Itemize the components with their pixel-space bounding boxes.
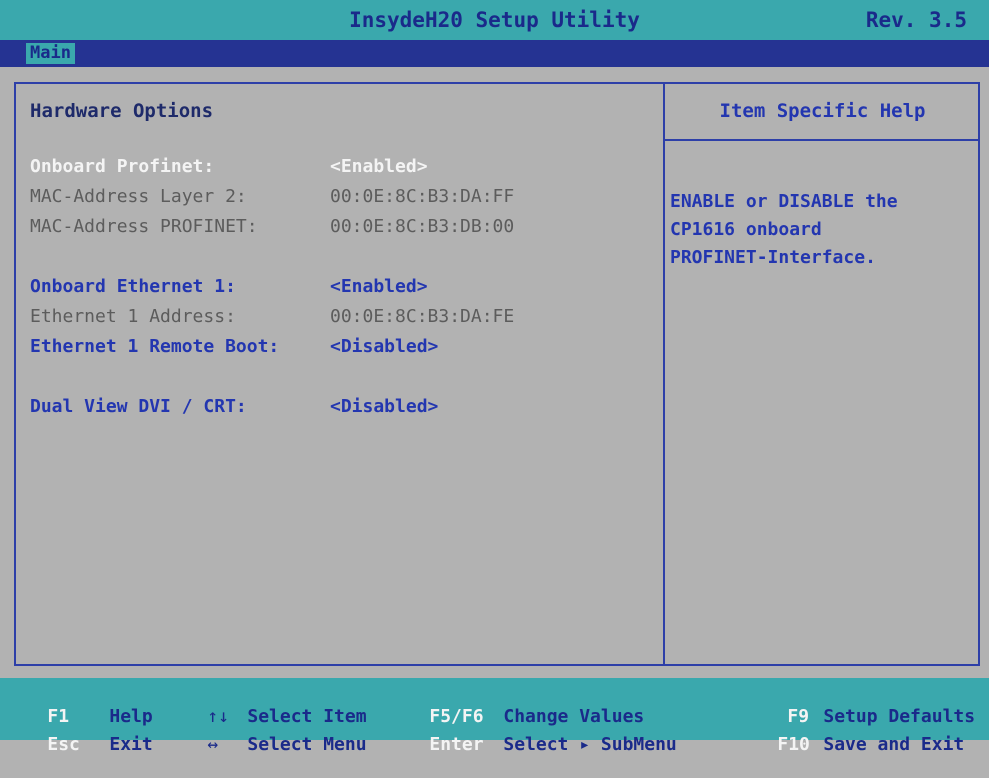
setting-value[interactable]: <Disabled> [330, 396, 438, 418]
key-save-exit-desc: Save and Exit [823, 734, 965, 755]
help-title: Item Specific Help [719, 100, 926, 122]
key-select-menu-desc: Select Menu [247, 734, 367, 755]
help-line: CP1616 onboard [670, 219, 822, 240]
info-label: MAC-Address PROFINET: [30, 216, 258, 237]
section-title: Hardware Options [30, 100, 214, 122]
setting-label: Ethernet 1 Remote Boot: [30, 336, 280, 357]
info-value: 00:0E:8C:B3:DB:00 [330, 216, 515, 237]
setting-value[interactable]: <Enabled> [330, 156, 428, 178]
setting-value[interactable]: <Enabled> [330, 276, 428, 298]
info-label: Ethernet 1 Address: [30, 306, 236, 327]
help-title-divider [665, 139, 980, 141]
setting-label: Onboard Ethernet 1: [30, 276, 236, 297]
key-esc-desc: Exit [66, 712, 153, 778]
key-enter-desc: Select ▸ SubMenu [460, 712, 677, 778]
tab-main[interactable]: Main [26, 43, 75, 64]
panel-divider [663, 82, 665, 666]
key-f10-desc: Save and Exit [780, 712, 964, 778]
setting-value[interactable]: <Disabled> [330, 336, 438, 358]
app-title: InsydeH20 Setup Utility [349, 8, 640, 32]
setting-label: Onboard Profinet: [30, 156, 215, 177]
setting-label: Dual View DVI / CRT: [30, 396, 247, 417]
menu-bar: Main [0, 40, 989, 67]
key-legend-bar: F1 Help Esc Exit ↑↓ Select Item ↔ Select… [0, 678, 989, 755]
title-bar: InsydeH20 Setup Utility Rev. 3.5 [0, 0, 989, 40]
key-submenu-desc: Select ▸ SubMenu [503, 734, 677, 755]
info-value: 00:0E:8C:B3:DA:FE [330, 306, 515, 327]
key-leftright-desc: Select Menu [204, 712, 367, 778]
info-value: 00:0E:8C:B3:DA:FF [330, 186, 515, 207]
help-text: ENABLE or DISABLE the CP1616 onboard PRO… [670, 188, 970, 272]
key-exit-desc: Exit [109, 734, 153, 755]
help-line: ENABLE or DISABLE the [670, 191, 898, 212]
info-label: MAC-Address Layer 2: [30, 186, 247, 207]
revision-label: Rev. 3.5 [865, 8, 967, 32]
help-line: PROFINET-Interface. [670, 247, 876, 268]
